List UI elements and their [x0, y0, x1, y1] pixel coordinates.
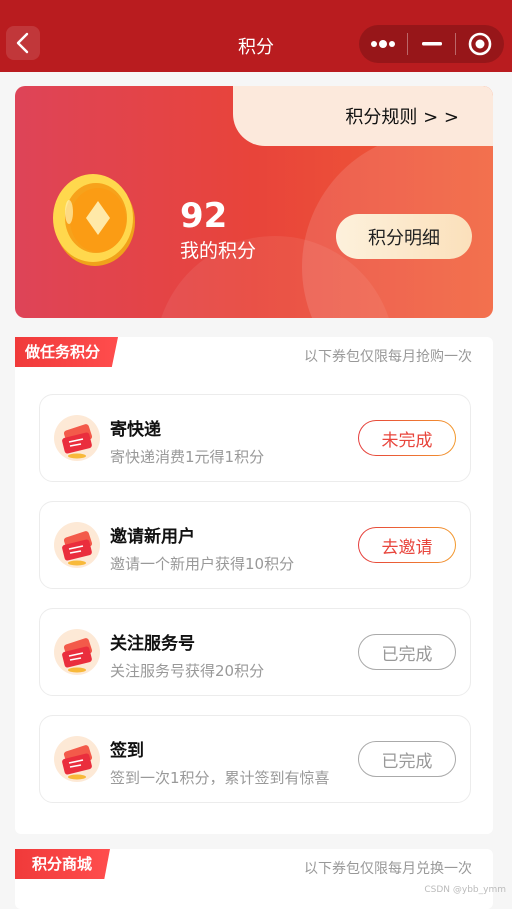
coupon-ticket-icon [54, 415, 100, 461]
task-item-follow: 关注服务号 关注服务号获得20积分 已完成 [39, 608, 471, 696]
points-hero-card: 积分规则 > > 92 我的积分 积分明细 [15, 86, 493, 318]
points-detail-button[interactable]: 积分明细 [336, 214, 472, 259]
section-note: 以下券包仅限每月兑换一次 [304, 861, 472, 877]
task-item-checkin: 签到 签到一次1积分，累计签到有惊喜 已完成 [39, 715, 471, 803]
points-rules-link[interactable]: 积分规则 > > [233, 86, 493, 146]
task-title: 签到 [110, 741, 144, 761]
section-tag: 积分商城 [15, 849, 111, 879]
close-button[interactable] [456, 25, 504, 63]
task-description: 关注服务号获得20积分 [110, 662, 265, 680]
coupon-ticket-icon [54, 629, 100, 675]
task-status-button[interactable]: 未完成 [358, 420, 456, 456]
task-title: 关注服务号 [110, 634, 195, 654]
minus-icon [421, 42, 442, 46]
gold-coin-icon [53, 174, 135, 266]
coupon-ticket-icon [54, 736, 100, 782]
mini-program-capsule [359, 25, 504, 63]
task-description: 签到一次1积分，累计签到有惊喜 [110, 769, 330, 787]
coupon-ticket-icon [54, 522, 100, 568]
target-close-icon [468, 32, 492, 56]
my-points-value: 92 [180, 196, 228, 236]
section-tag: 做任务积分 [15, 337, 119, 367]
section-note: 以下券包仅限每月抢购一次 [304, 349, 472, 365]
minimize-button[interactable] [408, 25, 456, 63]
task-invite-button[interactable]: 去邀请 [358, 527, 456, 563]
task-title: 寄快递 [110, 420, 161, 440]
task-status-button[interactable]: 已完成 [358, 741, 456, 777]
more-button[interactable] [359, 25, 407, 63]
task-item-express: 寄快递 寄快递消费1元得1积分 未完成 [39, 394, 471, 482]
task-item-invite: 邀请新用户 邀请一个新用户获得10积分 去邀请 [39, 501, 471, 589]
watermark: CSDN @ybb_ymm [424, 885, 506, 895]
task-status-button[interactable]: 已完成 [358, 634, 456, 670]
my-points-label: 我的积分 [180, 240, 257, 262]
tasks-section: 做任务积分 以下券包仅限每月抢购一次 寄快递 寄快递消费1元得1积分 未完成 邀… [15, 337, 493, 834]
points-mall-section: 积分商城 以下券包仅限每月兑换一次 [15, 849, 493, 909]
task-description: 邀请一个新用户获得10积分 [110, 555, 295, 573]
task-description: 寄快递消费1元得1积分 [110, 448, 265, 466]
task-title: 邀请新用户 [110, 527, 195, 547]
more-dots-icon [370, 40, 395, 48]
top-navbar: 积分 [0, 0, 512, 72]
